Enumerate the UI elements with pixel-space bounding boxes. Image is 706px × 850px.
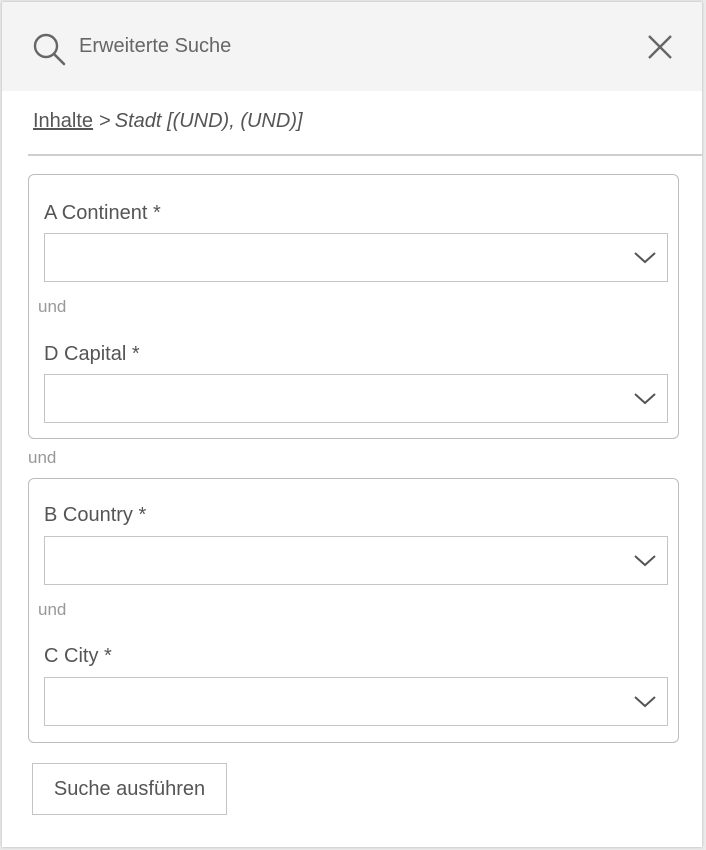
capital-select[interactable] (44, 374, 668, 423)
connector-label: und (38, 297, 67, 316)
country-label: B Country * (44, 504, 147, 526)
capital-label: D Capital * (44, 343, 140, 365)
breadcrumb-current: Stadt [(UND), (UND)] (114, 110, 303, 132)
search-icon (33, 33, 66, 66)
chevron-down-icon (634, 393, 656, 405)
advanced-search-panel: Erweiterte Suche Inhalte > Stadt [(UND), (… (2, 2, 702, 847)
panel-header: Erweiterte Suche (2, 2, 702, 91)
run-search-button[interactable]: Suche ausführen (32, 763, 227, 815)
breadcrumb: Inhalte > Stadt [(UND), (UND)] (33, 110, 303, 133)
divider (28, 154, 702, 156)
condition-group-2: B Country * und C City * (28, 478, 679, 743)
breadcrumb-link-inhalte[interactable]: Inhalte (33, 110, 93, 132)
country-select[interactable] (44, 536, 668, 585)
condition-group-1: A Continent * und D Capital * (28, 174, 679, 439)
close-icon[interactable] (646, 33, 674, 61)
chevron-down-icon (634, 696, 656, 708)
continent-label: A Continent * (44, 202, 161, 224)
breadcrumb-separator: > (99, 110, 111, 132)
continent-select[interactable] (44, 233, 668, 282)
city-select[interactable] (44, 677, 668, 726)
chevron-down-icon (634, 252, 656, 264)
chevron-down-icon (634, 555, 656, 567)
panel-title: Erweiterte Suche (79, 35, 232, 57)
city-label: C City * (44, 645, 112, 667)
connector-label: und (38, 600, 67, 619)
group-connector-label: und (28, 448, 57, 467)
